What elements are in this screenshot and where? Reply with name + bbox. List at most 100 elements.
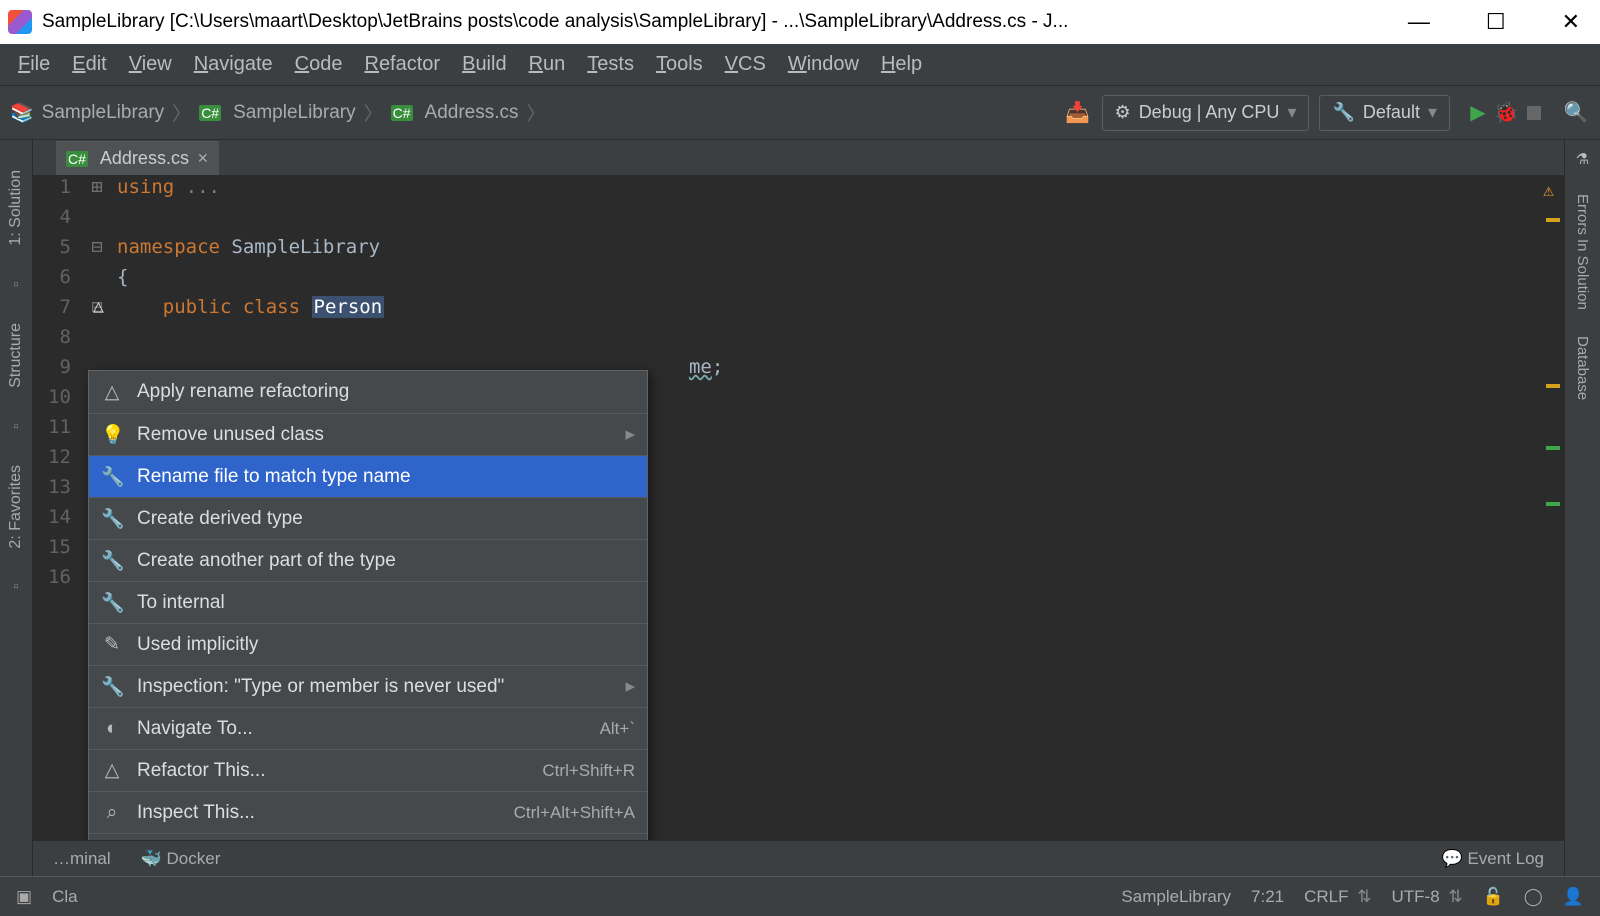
- menu-item-apply-rename-refactoring[interactable]: △ Apply rename refactoring: [89, 371, 647, 413]
- build-config-selector[interactable]: ⚙ Debug | Any CPU ▾: [1102, 95, 1310, 131]
- menu-tests[interactable]: Tests: [587, 53, 634, 76]
- close-tab-icon[interactable]: ✕: [197, 150, 209, 167]
- menu-item-inspection-type-or-member-is-never-used[interactable]: 🔧Inspection: "Type or member is never us…: [89, 665, 647, 707]
- status-circle-icon[interactable]: ◯: [1524, 887, 1543, 907]
- editor-line[interactable]: 7⊟ public class Person: [33, 296, 1564, 326]
- menu-vcs[interactable]: VCS: [725, 53, 766, 76]
- menu-window[interactable]: Window: [788, 53, 859, 76]
- fold-gutter[interactable]: [85, 326, 109, 356]
- menu-help[interactable]: Help: [881, 53, 922, 76]
- menu-item-label: Apply rename refactoring: [137, 381, 349, 403]
- menu-item-inspect-this[interactable]: ⌕Inspect This...Ctrl+Alt+Shift+A: [89, 791, 647, 833]
- status-line-ending[interactable]: CRLF ⇅: [1304, 887, 1371, 907]
- menu-item-rename-file-to-match-type-name[interactable]: 🔧Rename file to match type name: [89, 455, 647, 497]
- code-text[interactable]: using ...: [109, 176, 220, 206]
- run-config-selector[interactable]: 🔧 Default ▾: [1319, 95, 1450, 131]
- menu-item-icon: 🔧: [101, 675, 123, 699]
- editor-line[interactable]: 8: [33, 326, 1564, 356]
- tool--solution[interactable]: 1: Solution: [7, 170, 25, 246]
- breadcrumb-file[interactable]: Address.cs: [425, 102, 519, 124]
- tool-structure[interactable]: Structure: [7, 323, 25, 388]
- code-text[interactable]: [109, 326, 117, 356]
- debug-button[interactable]: 🐞: [1492, 99, 1520, 127]
- menu-edit[interactable]: Edit: [72, 53, 106, 76]
- code-text[interactable]: {: [109, 266, 128, 296]
- menu-code[interactable]: Code: [295, 53, 343, 76]
- line-number: 6: [33, 266, 85, 296]
- gear-icon: ⚙: [1115, 102, 1131, 123]
- tool-database[interactable]: Database: [1574, 336, 1591, 400]
- fold-gutter[interactable]: [85, 206, 109, 236]
- fold-gutter[interactable]: ⊟: [85, 236, 109, 266]
- menu-view[interactable]: View: [129, 53, 172, 76]
- breadcrumb-solution[interactable]: SampleLibrary: [42, 102, 165, 124]
- tab-label: Address.cs: [100, 148, 189, 169]
- menu-navigate[interactable]: Navigate: [194, 53, 273, 76]
- event-log-link[interactable]: 💬 Event Log: [1442, 849, 1544, 869]
- status-encoding[interactable]: UTF-8 ⇅: [1391, 887, 1462, 907]
- submenu-arrow-icon: ▸: [625, 423, 635, 446]
- menu-item-remove-unused-class[interactable]: 💡Remove unused class▸: [89, 413, 647, 455]
- editor-line[interactable]: 6{: [33, 266, 1564, 296]
- menu-item-create-derived-type[interactable]: 🔧Create derived type: [89, 497, 647, 539]
- tool-docker[interactable]: 🐳 Docker: [141, 849, 221, 869]
- menu-build[interactable]: Build: [462, 53, 506, 76]
- line-number: 16: [33, 566, 85, 596]
- menu-item-label: To internal: [137, 592, 225, 614]
- code-text[interactable]: namespace SampleLibrary: [109, 236, 380, 266]
- titlebar: SampleLibrary [C:\Users\maart\Desktop\Je…: [0, 0, 1600, 44]
- tool-errors-in-solution[interactable]: Errors In Solution: [1574, 194, 1591, 310]
- run-button[interactable]: ▶: [1464, 99, 1492, 127]
- status-person-icon[interactable]: 👤: [1563, 887, 1584, 907]
- menu-refactor[interactable]: Refactor: [364, 53, 440, 76]
- fold-gutter[interactable]: ⊞: [85, 176, 109, 206]
- menu-item-icon: 🔧: [101, 465, 123, 489]
- status-caret-pos[interactable]: 7:21: [1251, 887, 1284, 907]
- menu-item-label: Refactor This...: [137, 760, 265, 782]
- status-left-icon[interactable]: ▣: [16, 887, 32, 907]
- code-text[interactable]: [109, 206, 117, 236]
- lock-icon[interactable]: 🔓: [1483, 887, 1504, 907]
- line-number: 10: [33, 386, 85, 416]
- breadcrumbs[interactable]: 📚 SampleLibrary 〉 C# SampleLibrary 〉 C# …: [10, 99, 546, 126]
- search-everywhere-icon[interactable]: 🔍: [1562, 99, 1590, 127]
- menu-item-icon: △: [101, 381, 123, 404]
- menu-item-to-internal[interactable]: 🔧To internal: [89, 581, 647, 623]
- marker-column: [1545, 178, 1563, 838]
- status-project[interactable]: SampleLibrary: [1121, 887, 1231, 907]
- code-text[interactable]: public class Person: [109, 296, 384, 326]
- menu-item-create-another-part-of-the-type[interactable]: 🔧Create another part of the type: [89, 539, 647, 581]
- solution-icon: 📚: [10, 101, 34, 125]
- menu-file[interactable]: File: [18, 53, 50, 76]
- menu-shortcut: Ctrl+Alt+Shift+A: [514, 803, 635, 823]
- close-button[interactable]: ✕: [1562, 9, 1580, 35]
- editor-line[interactable]: 1⊞using ...: [33, 176, 1564, 206]
- tool-terminal[interactable]: …minal: [53, 849, 111, 869]
- menu-item-icon: 🔧: [101, 507, 123, 531]
- editor-line[interactable]: 4: [33, 206, 1564, 236]
- stop-button[interactable]: [1520, 99, 1548, 127]
- line-number: 8: [33, 326, 85, 356]
- menu-run[interactable]: Run: [529, 53, 566, 76]
- menu-item-icon: ✎: [101, 633, 123, 656]
- maximize-button[interactable]: ☐: [1486, 9, 1506, 35]
- menu-item-used-implicitly[interactable]: ✎ Used implicitly: [89, 623, 647, 665]
- status-bar: ▣ Cla SampleLibrary 7:21 CRLF ⇅ UTF-8 ⇅ …: [0, 876, 1600, 916]
- menu-item-navigate-to[interactable]: ◐Navigate To...Alt+`: [89, 707, 647, 749]
- tool--favorites[interactable]: 2: Favorites: [7, 465, 25, 549]
- tab-address-cs[interactable]: C# Address.cs ✕: [56, 141, 219, 175]
- editor-line[interactable]: 5⊟namespace SampleLibrary: [33, 236, 1564, 266]
- minimize-button[interactable]: —: [1408, 9, 1430, 35]
- editor-tabs: C# Address.cs ✕: [0, 140, 1600, 176]
- menu-item-refactor-this[interactable]: △Refactor This...Ctrl+Shift+R: [89, 749, 647, 791]
- menu-tools[interactable]: Tools: [656, 53, 703, 76]
- fold-gutter[interactable]: [85, 266, 109, 296]
- breadcrumb-project[interactable]: SampleLibrary: [233, 102, 356, 124]
- submenu-arrow-icon: ▸: [625, 675, 635, 698]
- tool-icon: ▫: [13, 578, 18, 595]
- build-icon[interactable]: 📥: [1064, 99, 1092, 127]
- line-number: 4: [33, 206, 85, 236]
- action-indicator-icon[interactable]: △: [93, 296, 104, 317]
- flask-icon[interactable]: ⚗: [1576, 150, 1589, 168]
- menu-item-label: Used implicitly: [137, 634, 258, 656]
